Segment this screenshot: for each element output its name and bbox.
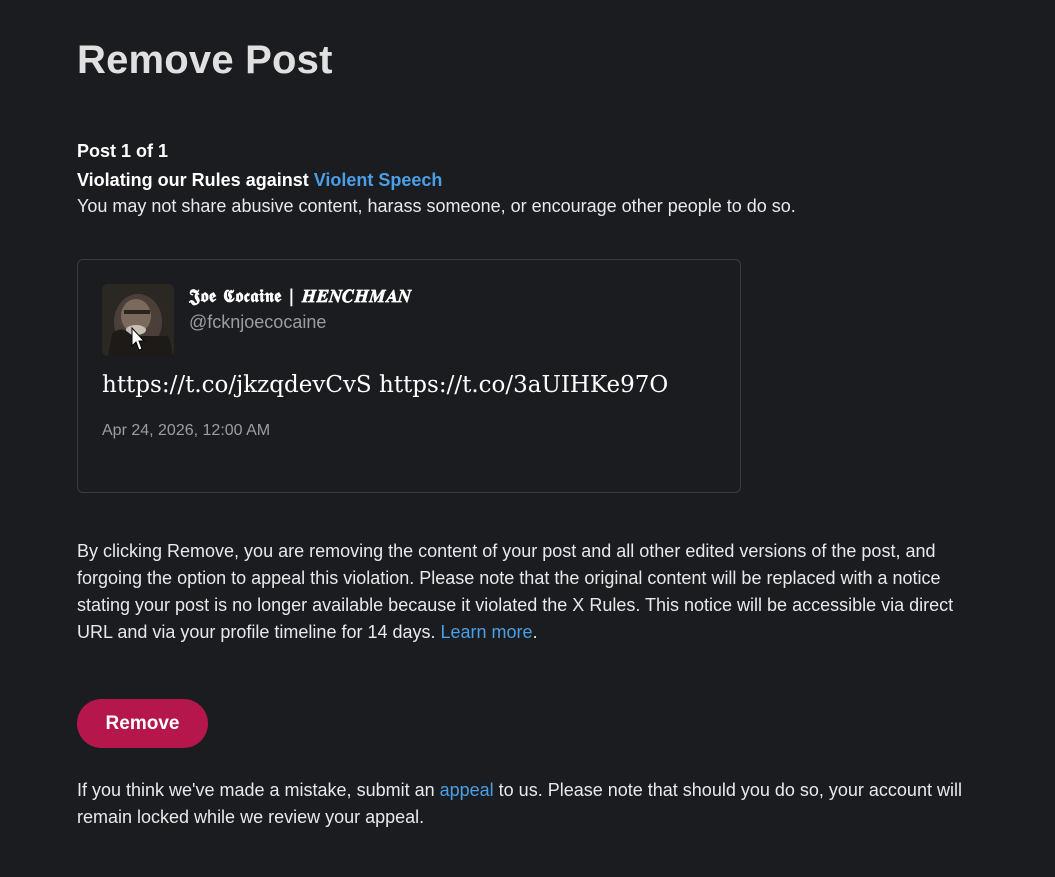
- appeal-prefix: If you think we've made a mistake, submi…: [77, 780, 440, 800]
- post-date: Apr 24, 2026, 12:00 AM: [102, 422, 271, 439]
- avatar-image: [102, 284, 174, 356]
- violation-description: You may not share abusive content, haras…: [77, 196, 796, 216]
- appeal-notice: If you think we've made a mistake, submi…: [77, 777, 977, 831]
- violation-rule-prefix: Violating our Rules against: [77, 170, 314, 190]
- learn-more-link[interactable]: Learn more: [441, 622, 533, 642]
- post-text: https://t.co/jkzqdevCvS https://t.co/3aU…: [102, 372, 669, 398]
- violent-speech-link[interactable]: Violent Speech: [314, 170, 443, 190]
- avatar: [102, 284, 174, 356]
- post-count: Post 1 of 1: [77, 141, 169, 161]
- notice-period: .: [532, 622, 538, 642]
- post-author-handle[interactable]: @fcknjoecocaine: [189, 312, 326, 333]
- violation-rule-line: Violating our Rules against Violent Spee…: [77, 170, 442, 191]
- appeal-link[interactable]: appeal: [440, 780, 494, 800]
- page-title: Remove Post: [77, 38, 333, 82]
- remove-post-page: Remove Post Post 1 of 1 Violating our Ru…: [0, 0, 1055, 877]
- remove-button[interactable]: Remove: [77, 699, 208, 748]
- post-author-name[interactable]: 𝕵𝖔𝖊 𝕮𝖔𝖈𝖆𝖎𝖓𝖊 | 𝑯𝑬𝑵𝑪𝑯𝑴𝑨𝑵: [189, 286, 411, 307]
- post-card: 𝕵𝖔𝖊 𝕮𝖔𝖈𝖆𝖎𝖓𝖊 | 𝑯𝑬𝑵𝑪𝑯𝑴𝑨𝑵 @fcknjoecocaine h…: [77, 259, 741, 493]
- removal-notice: By clicking Remove, you are removing the…: [77, 538, 967, 646]
